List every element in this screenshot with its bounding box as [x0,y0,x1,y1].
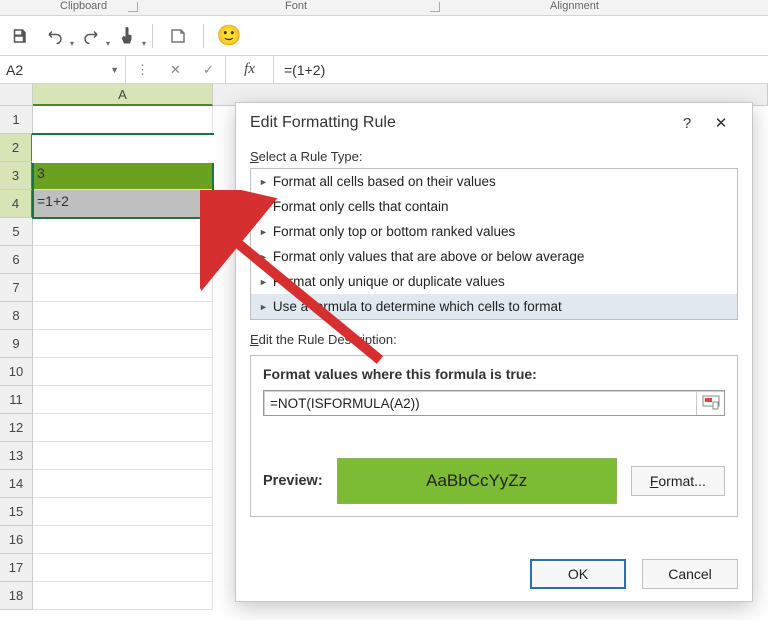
rule-type-item[interactable]: ►Format only values that are above or be… [251,244,737,269]
preview-label: Preview: [263,473,323,489]
row-header[interactable]: 15 [0,498,33,526]
row-header[interactable]: 17 [0,554,33,582]
name-box-value: A2 [6,62,23,78]
row-header[interactable]: 12 [0,414,33,442]
formula-input[interactable]: =NOT(ISFORMULA(A2)) [263,390,725,416]
undo-button[interactable]: ▾ [44,25,66,47]
formula-value: =NOT(ISFORMULA(A2)) [264,396,696,411]
enter-formula-icon[interactable]: ✓ [199,62,219,78]
formula-bar-input[interactable]: =(1+2) [274,56,768,83]
formula-heading: Format values where this formula is true… [263,366,725,382]
touch-mode-button[interactable]: ▾ [116,25,138,47]
select-rule-type-label: Select a Rule Type: [250,149,738,164]
row-header[interactable]: 13 [0,442,33,470]
preview-swatch: AaBbCcYyZz [337,458,617,504]
formula-bar-value: =(1+2) [284,62,325,78]
edit-rule-description-label: Edit the Rule Description: [250,332,738,347]
row-header[interactable]: 3 [0,162,33,190]
ribbon-group-labels: Clipboard Font Alignment [0,0,768,16]
cell[interactable] [33,386,213,414]
rule-type-item[interactable]: ►Format only top or bottom ranked values [251,219,737,244]
cell-a4[interactable]: =1+2 [33,190,213,218]
range-selector-icon[interactable] [696,391,724,415]
row-header[interactable]: 10 [0,358,33,386]
cell[interactable] [33,498,213,526]
bullet-icon: ► [259,302,268,312]
bullet-icon: ► [259,202,268,212]
row-header[interactable]: 7 [0,274,33,302]
row-header[interactable]: 8 [0,302,33,330]
select-all-corner[interactable] [0,84,33,106]
row-header[interactable]: 16 [0,526,33,554]
rule-type-item[interactable]: ►Use a formula to determine which cells … [251,294,737,319]
rule-type-item[interactable]: ►Format only cells that contain [251,194,737,219]
rule-type-item[interactable]: ►Format all cells based on their values [251,169,737,194]
column-header-a[interactable]: A [33,84,213,106]
dialog-title: Edit Formatting Rule [250,114,396,132]
cell[interactable] [33,330,213,358]
row-header[interactable]: 4 [0,190,33,218]
rule-type-item[interactable]: ►Format only unique or duplicate values [251,269,737,294]
rule-type-list[interactable]: ►Format all cells based on their values►… [250,168,738,320]
formula-bar-row: A2 ▼ ⋮ ✕ ✓ fx =(1+2) [0,56,768,84]
ribbon-group-alignment: Alignment [550,0,599,12]
dialog-launcher[interactable] [128,2,138,12]
dialog-titlebar[interactable]: Edit Formatting Rule ? ✕ [236,103,752,143]
help-button[interactable]: ? [670,109,704,137]
row-header[interactable]: 6 [0,246,33,274]
bullet-icon: ► [259,177,268,187]
cell[interactable] [33,358,213,386]
redo-button[interactable]: ▾ [80,25,102,47]
cell[interactable] [33,526,213,554]
row-header[interactable]: 11 [0,386,33,414]
row-header[interactable]: 5 [0,218,33,246]
cell[interactable] [33,302,213,330]
ok-button[interactable]: OK [530,559,626,589]
edit-formatting-rule-dialog: Edit Formatting Rule ? ✕ Select a Rule T… [235,102,753,602]
row-header[interactable]: 9 [0,330,33,358]
row-header[interactable]: 14 [0,470,33,498]
ribbon-group-font: Font [285,0,307,12]
save-icon[interactable] [8,25,30,47]
close-button[interactable]: ✕ [704,109,738,137]
cell[interactable] [33,246,213,274]
cell[interactable] [33,470,213,498]
cancel-formula-icon[interactable]: ✕ [166,62,186,78]
bullet-icon: ► [259,227,268,237]
cell[interactable] [33,106,213,134]
cell[interactable] [33,442,213,470]
cell[interactable] [33,414,213,442]
cell-a2[interactable]: =(1+2) [33,134,213,162]
cell[interactable] [33,218,213,246]
format-button[interactable]: Format... [631,466,725,496]
quick-access-toolbar: ▾ ▾ ▾ 🙂 [0,16,768,56]
cancel-button[interactable]: Cancel [642,559,738,589]
name-box[interactable]: A2 ▼ [0,56,126,83]
bullet-icon: ► [259,277,268,287]
chevron-down-icon: ▼ [110,65,119,75]
cell[interactable] [33,582,213,610]
cell[interactable] [33,274,213,302]
rule-description-box: Format values where this formula is true… [250,355,738,517]
row-header[interactable]: 2 [0,134,33,162]
cell-a3[interactable]: 3 [33,162,213,190]
new-sheet-icon[interactable] [167,25,189,47]
fx-label[interactable]: fx [226,56,274,83]
smiley-icon[interactable]: 🙂 [218,25,240,47]
row-header[interactable]: 1 [0,106,33,134]
cell[interactable] [33,554,213,582]
formula-more-icon[interactable]: ⋮ [133,62,153,78]
row-header[interactable]: 18 [0,582,33,610]
ribbon-group-clipboard: Clipboard [60,0,107,12]
dialog-launcher[interactable] [430,2,440,12]
bullet-icon: ► [259,252,268,262]
